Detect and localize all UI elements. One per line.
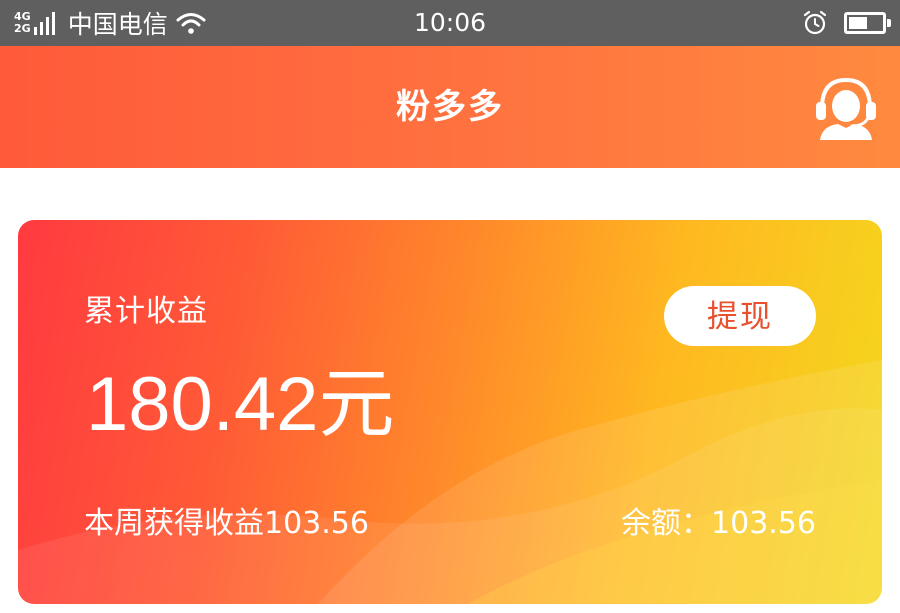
balance: 余额：103.56 <box>621 506 816 541</box>
battery-icon <box>844 12 891 34</box>
customer-service-headset-icon[interactable] <box>812 72 880 140</box>
cumulative-earnings-label: 累计收益 <box>84 294 208 329</box>
status-time: 10:06 <box>413 8 487 37</box>
total-earnings-amount: 180.42元 <box>86 362 395 447</box>
app-header: 粉多多 <box>0 46 900 168</box>
withdraw-button[interactable]: 提现 <box>664 286 816 346</box>
status-bar: 4G 2G 中国电信 10:06 <box>0 0 900 46</box>
alarm-icon <box>803 10 827 35</box>
weekly-earnings: 本周获得收益103.56 <box>84 506 369 541</box>
status-bar-right <box>802 6 891 40</box>
main-content: 累计收益 提现 180.42元 本周获得收益103.56 余额：103.56 <box>0 168 900 613</box>
earnings-card: 累计收益 提现 180.42元 本周获得收益103.56 余额：103.56 <box>18 220 882 604</box>
page-title: 粉多多 <box>396 87 504 127</box>
battery-level <box>849 17 867 29</box>
